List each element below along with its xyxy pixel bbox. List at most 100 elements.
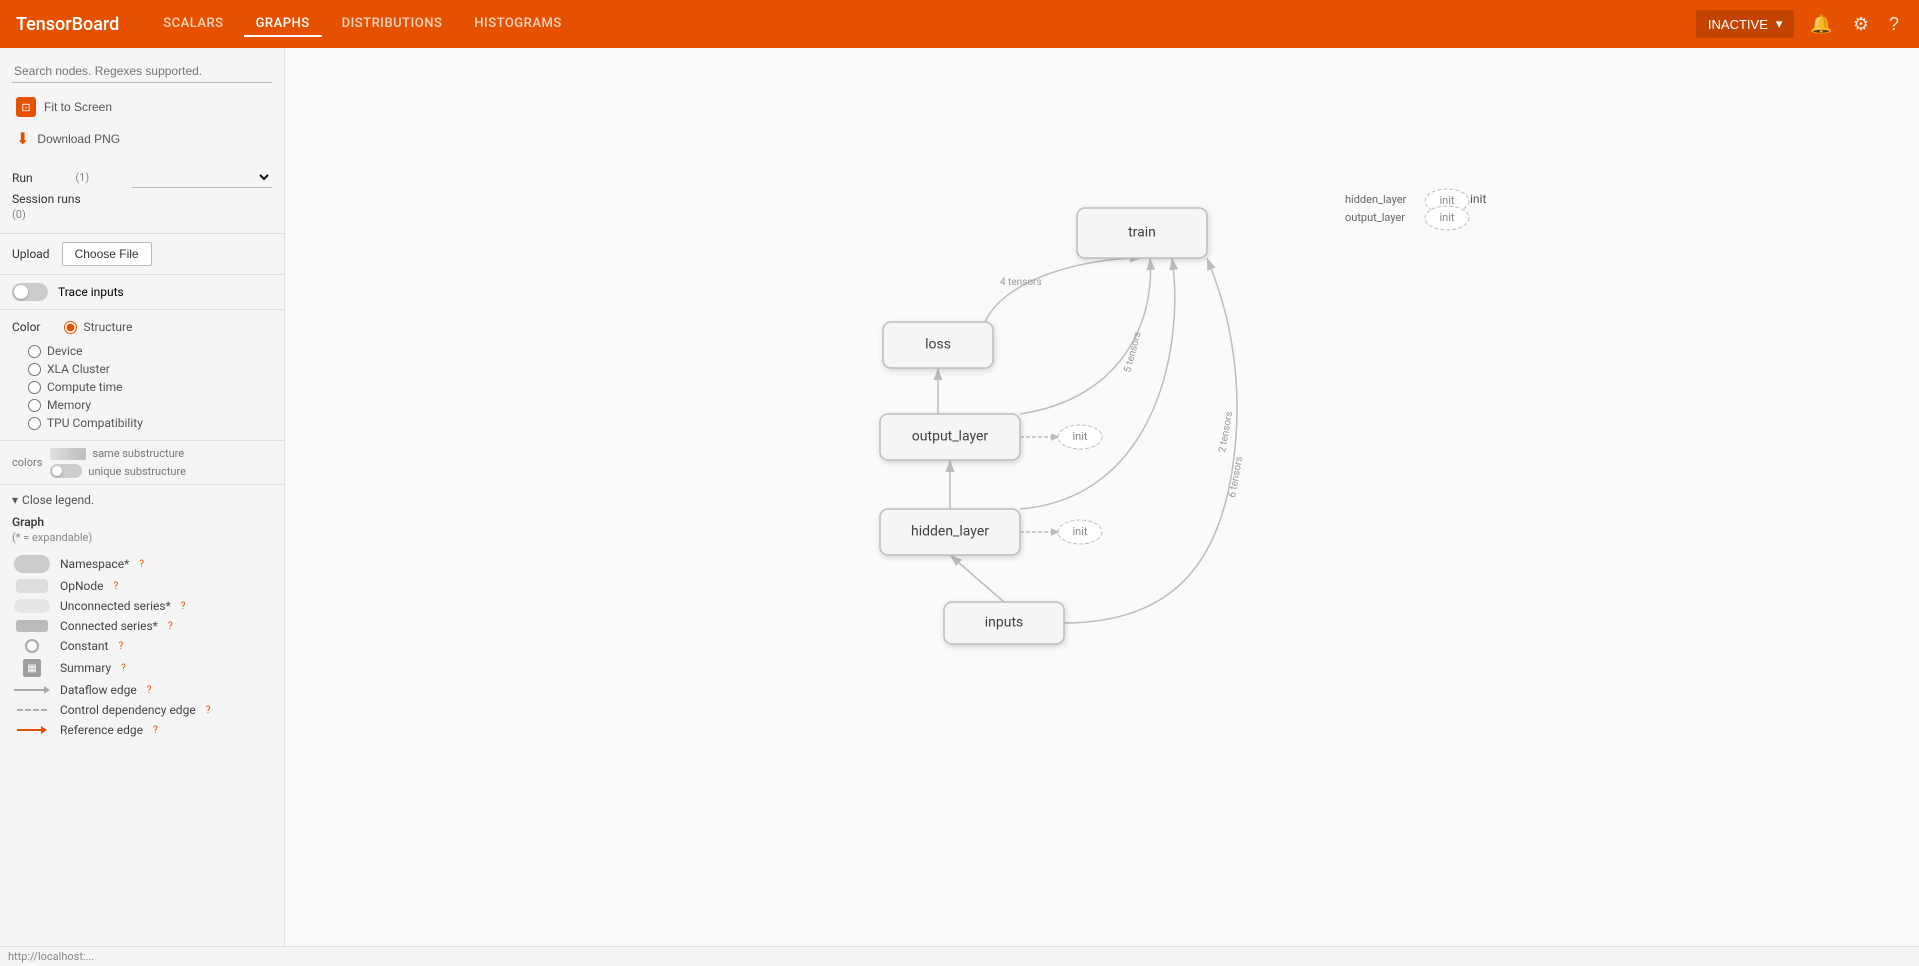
sidebar-search-section xyxy=(0,48,284,91)
svg-text:output_layer: output_layer xyxy=(1345,211,1405,224)
color-tpu-radio[interactable] xyxy=(28,417,41,430)
unique-substructure-toggle[interactable] xyxy=(50,464,82,478)
session-count: (0) xyxy=(12,208,272,221)
edge-label-4tensors: 4 tensors xyxy=(1000,277,1042,288)
sidebar: ⊡ Fit to Screen ⬇ Download PNG Run (1) S… xyxy=(0,48,285,966)
graph-canvas[interactable]: 4 tensors 5 tensors 2 tensors 6 tensors … xyxy=(285,48,1919,966)
right-controls: INACTIVE ▾ 🔔 ⚙ ? xyxy=(1696,10,1903,39)
edge-loss-train xyxy=(985,258,1142,322)
legend-item-reference: Reference edge ? xyxy=(12,720,272,740)
svg-text:train: train xyxy=(1128,225,1156,241)
main-layout: ⊡ Fit to Screen ⬇ Download PNG Run (1) S… xyxy=(0,48,1919,966)
color-memory-radio[interactable] xyxy=(28,399,41,412)
statusbar: http://localhost:... xyxy=(0,946,1919,966)
reference-help-link[interactable]: ? xyxy=(153,725,158,736)
fit-to-screen-icon: ⊡ xyxy=(16,97,36,117)
settings-icon[interactable]: ⚙ xyxy=(1849,10,1873,39)
legend-section: ▾ Close legend. Graph (* = expandable) N… xyxy=(0,485,284,966)
color-xla-radio[interactable] xyxy=(28,363,41,376)
edge-label-2tensors: 2 tensors xyxy=(1217,411,1235,454)
run-label: Run xyxy=(12,171,33,185)
graph-svg[interactable]: 4 tensors 5 tensors 2 tensors 6 tensors … xyxy=(285,48,1919,966)
color-device-option[interactable]: Device xyxy=(12,342,272,360)
color-compute-option[interactable]: Compute time xyxy=(12,378,272,396)
trace-inputs-toggle[interactable] xyxy=(12,283,48,301)
node-hidden-layer[interactable]: hidden_layer xyxy=(880,509,1020,555)
svg-text:output_layer: output_layer xyxy=(912,429,989,445)
choose-file-button[interactable]: Choose File xyxy=(62,242,152,266)
constant-help-link[interactable]: ? xyxy=(118,641,123,652)
search-input[interactable] xyxy=(12,60,272,83)
legend-item-constant: Constant ? xyxy=(12,636,272,656)
trace-inputs-section: Trace inputs xyxy=(0,275,284,310)
svg-text:init: init xyxy=(1439,194,1454,207)
edge-label-6tensors: 6 tensors xyxy=(1227,456,1245,499)
legend-item-opnode: OpNode ? xyxy=(12,576,272,596)
notifications-icon[interactable]: 🔔 xyxy=(1806,10,1836,39)
upload-label: Upload xyxy=(12,247,50,261)
color-tpu-option[interactable]: TPU Compatibility xyxy=(12,414,272,432)
status-url: http://localhost:... xyxy=(8,950,94,963)
download-png-button[interactable]: ⬇ Download PNG xyxy=(12,123,272,155)
svg-text:init: init xyxy=(1470,192,1486,206)
node-output-layer[interactable]: output_layer xyxy=(880,414,1020,460)
legend-item-connected: Connected series* ? xyxy=(12,616,272,636)
color-label: Color xyxy=(12,320,40,334)
upload-section: Upload Choose File xyxy=(0,234,284,275)
nav-distributions[interactable]: DISTRIBUTIONS xyxy=(330,12,455,37)
summary-icon: ▦ xyxy=(23,659,41,677)
legend-subtitle: (* = expandable) xyxy=(12,531,272,544)
topbar: TensorBoard SCALARS GRAPHS DISTRIBUTIONS… xyxy=(0,0,1919,48)
legend-title: Graph xyxy=(12,515,272,529)
nav-scalars[interactable]: SCALARS xyxy=(151,12,235,37)
mini-legend: hidden_layer init init output_layer init xyxy=(1345,189,1486,230)
unconnected-help-link[interactable]: ? xyxy=(181,601,186,612)
summary-help-link[interactable]: ? xyxy=(121,663,126,674)
color-device-radio[interactable] xyxy=(28,345,41,358)
fit-to-screen-button[interactable]: ⊡ Fit to Screen xyxy=(12,91,272,123)
dataflow-help-link[interactable]: ? xyxy=(147,685,152,696)
namespace-help-link[interactable]: ? xyxy=(139,559,144,570)
nav-histograms[interactable]: HISTOGRAMS xyxy=(462,12,573,37)
svg-text:init: init xyxy=(1072,430,1087,443)
svg-text:init: init xyxy=(1439,211,1454,224)
color-memory-option[interactable]: Memory xyxy=(12,396,272,414)
color-structure-option[interactable]: Structure xyxy=(48,318,132,336)
session-label: Session runs xyxy=(12,192,272,206)
status-dropdown[interactable]: INACTIVE ▾ xyxy=(1696,10,1795,38)
svg-text:loss: loss xyxy=(925,337,951,353)
legend-item-control: Control dependency edge ? xyxy=(12,700,272,720)
help-icon[interactable]: ? xyxy=(1885,10,1903,39)
edge-inputs-hiddenlayer xyxy=(950,555,1004,602)
trace-inputs-label: Trace inputs xyxy=(58,285,124,299)
color-compute-radio[interactable] xyxy=(28,381,41,394)
svg-text:hidden_layer: hidden_layer xyxy=(911,524,989,540)
legend-item-summary: ▦ Summary ? xyxy=(12,656,272,680)
node-hidden-init[interactable]: init xyxy=(1058,520,1102,544)
run-dropdown[interactable] xyxy=(132,167,272,188)
legend-toggle[interactable]: ▾ Close legend. xyxy=(12,493,272,507)
color-xla-option[interactable]: XLA Cluster xyxy=(12,360,272,378)
color-section: Color Structure Device XLA Cluster Compu… xyxy=(0,310,284,441)
control-help-link[interactable]: ? xyxy=(206,705,211,716)
svg-text:hidden_layer: hidden_layer xyxy=(1345,193,1407,206)
node-loss[interactable]: loss xyxy=(883,322,993,368)
colors-subrow: colors same substructure unique substruc… xyxy=(0,441,284,485)
nav-graphs[interactable]: GRAPHS xyxy=(244,12,322,37)
node-inputs[interactable]: inputs xyxy=(944,602,1064,644)
opnode-help-link[interactable]: ? xyxy=(114,581,119,592)
sidebar-tools: ⊡ Fit to Screen ⬇ Download PNG xyxy=(0,91,284,163)
run-count: (1) xyxy=(75,171,89,184)
chevron-down-icon: ▾ xyxy=(1776,16,1783,32)
legend-item-namespace: Namespace* ? xyxy=(12,552,272,576)
connected-help-link[interactable]: ? xyxy=(168,621,173,632)
chevron-down-icon: ▾ xyxy=(12,493,18,507)
color-structure-radio[interactable] xyxy=(64,321,77,334)
edge-label-5tensors: 5 tensors xyxy=(1122,331,1143,374)
run-section: Run (1) Session runs (0) xyxy=(0,163,284,234)
node-train[interactable]: train xyxy=(1077,208,1207,258)
top-nav: SCALARS GRAPHS DISTRIBUTIONS HISTOGRAMS xyxy=(151,12,1696,37)
legend-item-unconnected: Unconnected series* ? xyxy=(12,596,272,616)
legend-item-dataflow: Dataflow edge ? xyxy=(12,680,272,700)
node-output-init[interactable]: init xyxy=(1058,425,1102,449)
